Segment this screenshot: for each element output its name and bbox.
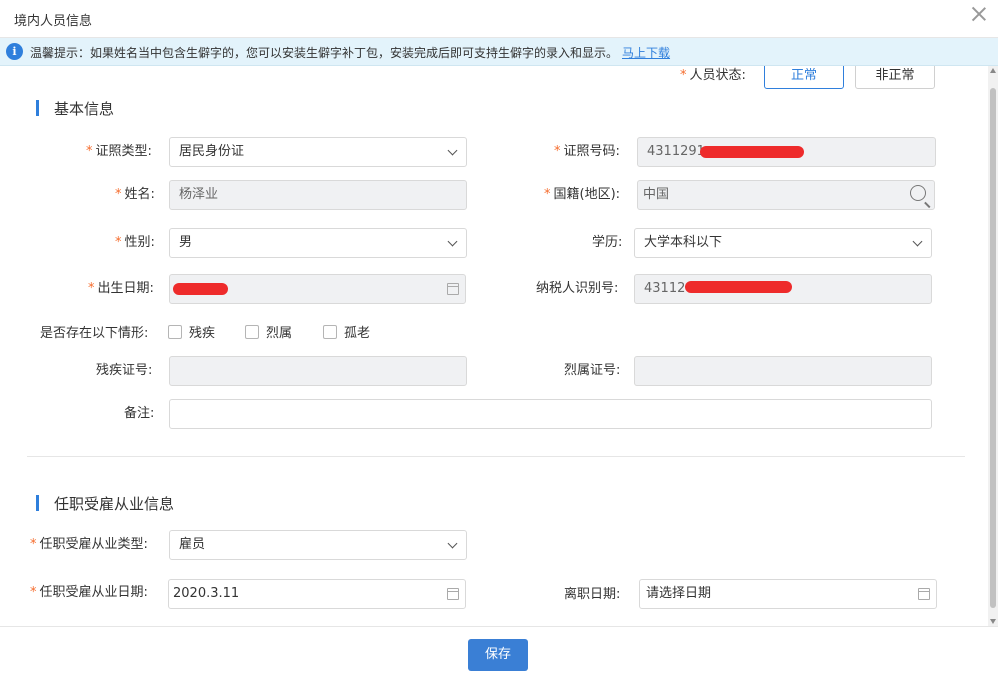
nationality-label: * 国籍(地区): [544,187,621,202]
status-normal-button[interactable]: 正常 [764,66,844,89]
section-divider [27,456,965,457]
calendar-icon [447,283,459,295]
leave-date-picker[interactable]: 请选择日期 [639,579,937,609]
dialog-footer: 保存 [0,626,998,675]
birth-date-label: * 出生日期: [88,281,154,296]
martyr-no-label: 烈属证号: [564,363,621,378]
vertical-scrollbar[interactable] [988,66,998,626]
download-link[interactable]: 马上下载 [622,46,670,60]
name-field: 杨泽业 [169,180,467,210]
employment-date-label: * 任职受雇从业日期: [30,585,148,600]
chevron-down-icon [447,538,458,549]
chevron-down-icon [447,145,458,156]
chevron-down-icon [447,236,458,247]
calendar-icon [918,588,930,600]
tip-message: 温馨提示：如果姓名当中包含生僻字的，您可以安装生僻字补丁包，安装完成后即可支持生… [30,46,619,60]
section-accent-bar [36,495,39,511]
form-scroll-area[interactable]: * 人员状态: 正常 非正常 基本信息 * 证照类型: 居民身份证 * 证照号码: 4… [0,66,998,626]
employment-type-label: * 任职受雇从业类型: [30,537,148,552]
status-label: * 人员状态: [680,68,746,83]
status-abnormal-button[interactable]: 非正常 [855,66,935,89]
id-type-label: * 证照类型: [86,144,152,159]
scrollbar-thumb[interactable] [990,88,996,608]
tip-banner: i 温馨提示：如果姓名当中包含生僻字的，您可以安装生僻字补丁包，安装完成后即可支… [0,38,998,66]
employment-type-select[interactable]: 雇员 [169,530,467,560]
situation-label: 是否存在以下情形: [40,326,149,341]
dialog-titlebar: 境内人员信息 [0,0,998,38]
tip-text-wrap: 温馨提示：如果姓名当中包含生僻字的，您可以安装生僻字补丁包，安装完成后即可支持生… [30,44,670,61]
employment-date-picker[interactable]: 2020.3.11 [168,579,466,609]
redaction-mark [685,281,792,293]
martyr-family-checkbox[interactable]: 烈属 [245,324,292,344]
chevron-down-icon [912,236,923,247]
nationality-field[interactable]: 中国 [637,180,935,210]
leave-date-label: 离职日期: [564,587,621,602]
redaction-mark [700,146,804,158]
scroll-up-arrow-icon[interactable] [990,68,996,73]
remark-input[interactable] [169,399,932,429]
close-icon[interactable] [970,5,988,23]
employment-section-title: 任职受雇从业信息 [36,493,174,514]
elderly-checkbox[interactable]: 孤老 [323,324,370,344]
gender-label: * 性别: [115,235,155,250]
taxpayer-id-label: 纳税人识别号: [536,281,619,296]
id-type-select[interactable]: 居民身份证 [169,137,467,167]
martyr-no-field [634,356,932,386]
info-icon: i [6,43,23,60]
education-label: 学历: [592,235,623,250]
redaction-mark [173,283,228,295]
save-button[interactable]: 保存 [468,639,528,671]
basic-section-title: 基本信息 [36,98,114,119]
id-number-label: * 证照号码: [554,144,620,159]
calendar-icon [447,588,459,600]
education-select[interactable]: 大学本科以下 [634,228,932,258]
section-accent-bar [36,100,39,116]
disability-no-label: 残疾证号: [96,363,153,378]
disability-no-field [169,356,467,386]
scroll-down-arrow-icon[interactable] [990,619,996,624]
disability-checkbox[interactable]: 残疾 [168,324,215,344]
name-label: * 姓名: [115,187,155,202]
search-icon[interactable] [910,185,926,201]
remark-label: 备注: [124,406,155,421]
dialog-title: 境内人员信息 [14,14,93,29]
gender-select[interactable]: 男 [169,228,467,258]
